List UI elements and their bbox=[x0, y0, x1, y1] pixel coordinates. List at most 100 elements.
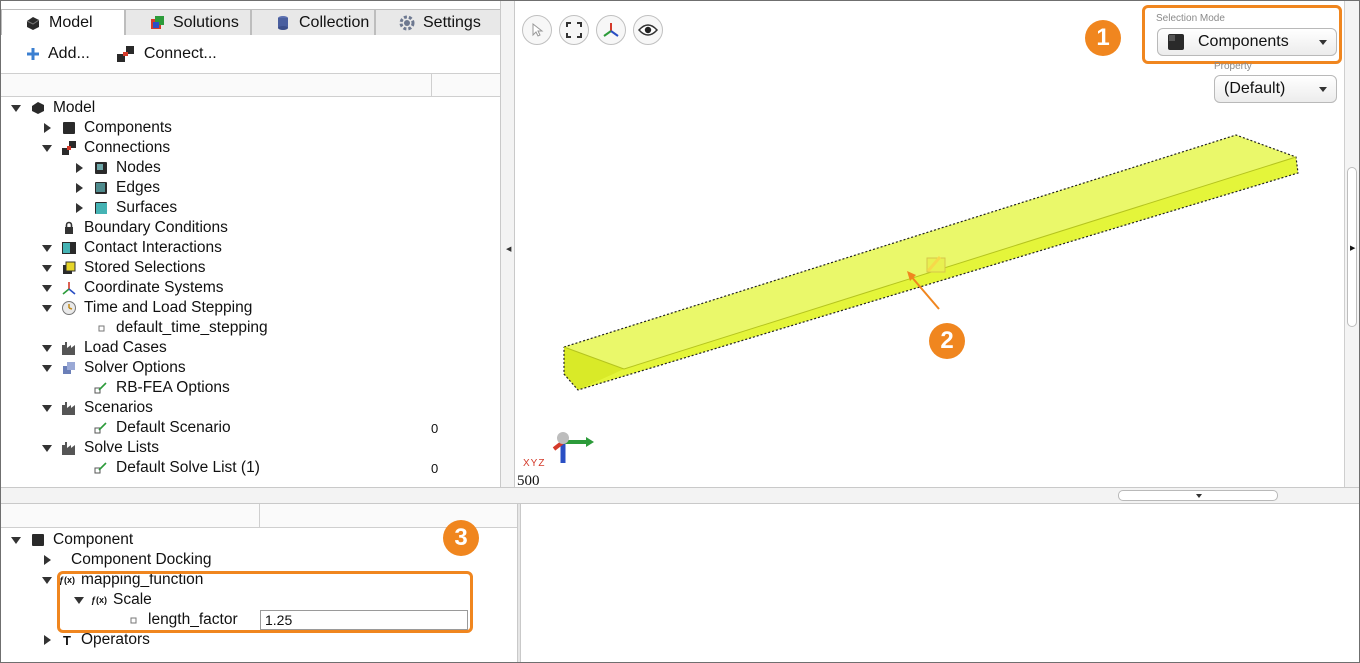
viewport-right-scrollbar[interactable]: ▶ bbox=[1344, 1, 1359, 487]
expand-arrow-icon[interactable] bbox=[10, 102, 22, 114]
tree-item-default-scenario[interactable]: Default Scenario bbox=[73, 418, 231, 438]
tab-settings[interactable]: Settings bbox=[375, 9, 501, 35]
expand-arrow-icon[interactable] bbox=[73, 202, 85, 214]
prop-label: Scale bbox=[113, 591, 152, 608]
prop-item-operators[interactable]: T Operators bbox=[41, 630, 150, 650]
operator-icon: T bbox=[63, 632, 71, 648]
tree-item-time-load-stepping[interactable]: Time and Load Stepping bbox=[41, 298, 252, 318]
prop-item-component-docking[interactable]: Component Docking bbox=[41, 550, 211, 570]
tree-label: Time and Load Stepping bbox=[84, 299, 253, 316]
orientation-triad bbox=[552, 432, 594, 463]
expand-arrow-icon[interactable] bbox=[41, 122, 53, 134]
tree-item-rb-fea-options[interactable]: RB-FEA Options bbox=[73, 378, 230, 398]
prop-label: mapping_function bbox=[81, 571, 204, 588]
prop-item-component[interactable]: Component bbox=[10, 530, 133, 550]
tree-item-model[interactable]: Model bbox=[10, 98, 95, 118]
leaf-square-icon bbox=[130, 617, 137, 624]
leaf-spacer bbox=[73, 462, 85, 474]
factory-icon bbox=[62, 342, 75, 355]
tree-item-solver-options[interactable]: Solver Options bbox=[41, 358, 186, 378]
edit-check-icon bbox=[94, 382, 107, 394]
factory-icon bbox=[62, 402, 75, 415]
length-factor-input[interactable]: 1.25 bbox=[260, 610, 468, 630]
tree-item-contact-interactions[interactable]: Contact Interactions bbox=[41, 238, 222, 258]
tree-label: Scenarios bbox=[84, 399, 153, 416]
expand-arrow-icon[interactable]: ▶ bbox=[1350, 244, 1355, 252]
model-toolbar: Add... Connect... bbox=[1, 37, 501, 71]
tree-item-default-solve-list[interactable]: Default Solve List (1) bbox=[73, 458, 260, 478]
properties-header bbox=[1, 504, 517, 528]
expand-arrow-icon[interactable] bbox=[41, 574, 53, 586]
expand-arrow-icon[interactable] bbox=[73, 162, 85, 174]
left-splitter[interactable]: ◀ bbox=[500, 1, 515, 487]
tree-item-default-time-stepping[interactable]: default_time_stepping bbox=[73, 318, 268, 338]
prop-label: Component Docking bbox=[71, 551, 212, 568]
tree-item-components[interactable]: Components bbox=[41, 118, 172, 138]
leaf-spacer bbox=[73, 422, 85, 434]
expand-arrow-icon[interactable] bbox=[73, 594, 85, 606]
add-button-label: Add... bbox=[48, 45, 90, 62]
tab-settings-label: Settings bbox=[423, 13, 481, 31]
add-button[interactable]: Add... bbox=[26, 45, 90, 63]
expand-arrow-icon[interactable] bbox=[41, 342, 53, 354]
tree-label: Boundary Conditions bbox=[84, 219, 228, 236]
edit-check-icon bbox=[94, 422, 107, 434]
expand-arrow-icon[interactable] bbox=[41, 442, 53, 454]
expand-arrow-icon[interactable] bbox=[41, 634, 53, 646]
tree-item-coordinate-systems[interactable]: Coordinate Systems bbox=[41, 278, 224, 298]
tree-item-nodes[interactable]: Nodes bbox=[73, 158, 161, 178]
default-scenario-count: 0 bbox=[431, 420, 439, 436]
gear-icon bbox=[399, 15, 415, 30]
tree-item-solve-lists[interactable]: Solve Lists bbox=[41, 438, 159, 458]
expand-arrow-icon[interactable] bbox=[10, 534, 22, 546]
tree-label: Default Solve List (1) bbox=[116, 459, 260, 476]
prop-item-mapping-function[interactable]: ƒ(x) mapping_function bbox=[41, 570, 203, 590]
expand-arrow-icon[interactable] bbox=[41, 554, 53, 566]
tree-item-boundary-conditions[interactable]: Boundary Conditions bbox=[41, 218, 228, 238]
3d-viewport[interactable]: Selection Mode Components 1 Property (De… bbox=[516, 1, 1345, 489]
tree-label: Solve Lists bbox=[84, 439, 159, 456]
connect-icon bbox=[62, 141, 76, 155]
expand-arrow-icon[interactable] bbox=[73, 182, 85, 194]
factory-icon bbox=[62, 442, 75, 455]
tree-label: Surfaces bbox=[116, 199, 178, 216]
tab-model[interactable]: Model bbox=[1, 9, 125, 35]
model-browser-panel: Model Solutions Collection Settings Add.… bbox=[1, 1, 515, 487]
expand-arrow-icon[interactable] bbox=[41, 402, 53, 414]
tree-label: Default Scenario bbox=[116, 419, 231, 436]
edit-check-icon bbox=[94, 462, 107, 474]
callout-badge-2: 2 bbox=[929, 323, 965, 359]
lock-icon bbox=[65, 221, 73, 234]
bottom-splitter[interactable] bbox=[1, 487, 1359, 504]
prop-label: length_factor bbox=[148, 611, 238, 628]
tree-item-load-cases[interactable]: Load Cases bbox=[41, 338, 167, 358]
bottom-right-panel bbox=[521, 504, 1359, 662]
expand-arrow-icon[interactable] bbox=[41, 142, 53, 154]
tree-item-edges[interactable]: Edges bbox=[73, 178, 160, 198]
expand-arrow-icon[interactable] bbox=[41, 242, 53, 254]
expand-arrow-icon[interactable] bbox=[41, 362, 53, 374]
prop-label: Operators bbox=[80, 631, 150, 648]
tree-item-connections[interactable]: Connections bbox=[41, 138, 170, 158]
tree-label: Edges bbox=[116, 179, 160, 196]
tree-label: Load Cases bbox=[84, 339, 167, 356]
collapse-arrow-icon[interactable]: ◀ bbox=[506, 245, 511, 253]
tree-label: Model bbox=[53, 99, 96, 116]
tab-collection[interactable]: Collection bbox=[251, 9, 375, 35]
expand-arrow-icon[interactable] bbox=[41, 282, 53, 294]
beam-model[interactable] bbox=[516, 1, 1345, 487]
model-icon bbox=[32, 102, 44, 114]
tree-item-stored-selections[interactable]: Stored Selections bbox=[41, 258, 206, 278]
tab-solutions[interactable]: Solutions bbox=[125, 9, 251, 35]
prop-item-scale[interactable]: ƒ(x) Scale bbox=[73, 590, 152, 610]
expand-arrow-icon[interactable] bbox=[41, 302, 53, 314]
tree-label: Stored Selections bbox=[84, 259, 206, 276]
connect-button[interactable]: Connect... bbox=[116, 45, 217, 63]
prop-label: Component bbox=[53, 531, 134, 548]
expand-arrow-icon[interactable] bbox=[41, 262, 53, 274]
surfaces-icon bbox=[95, 202, 107, 214]
tree-item-surfaces[interactable]: Surfaces bbox=[73, 198, 177, 218]
splitter-handle[interactable] bbox=[1118, 490, 1278, 501]
tree-item-scenarios[interactable]: Scenarios bbox=[41, 398, 153, 418]
solver-icon bbox=[63, 362, 75, 374]
